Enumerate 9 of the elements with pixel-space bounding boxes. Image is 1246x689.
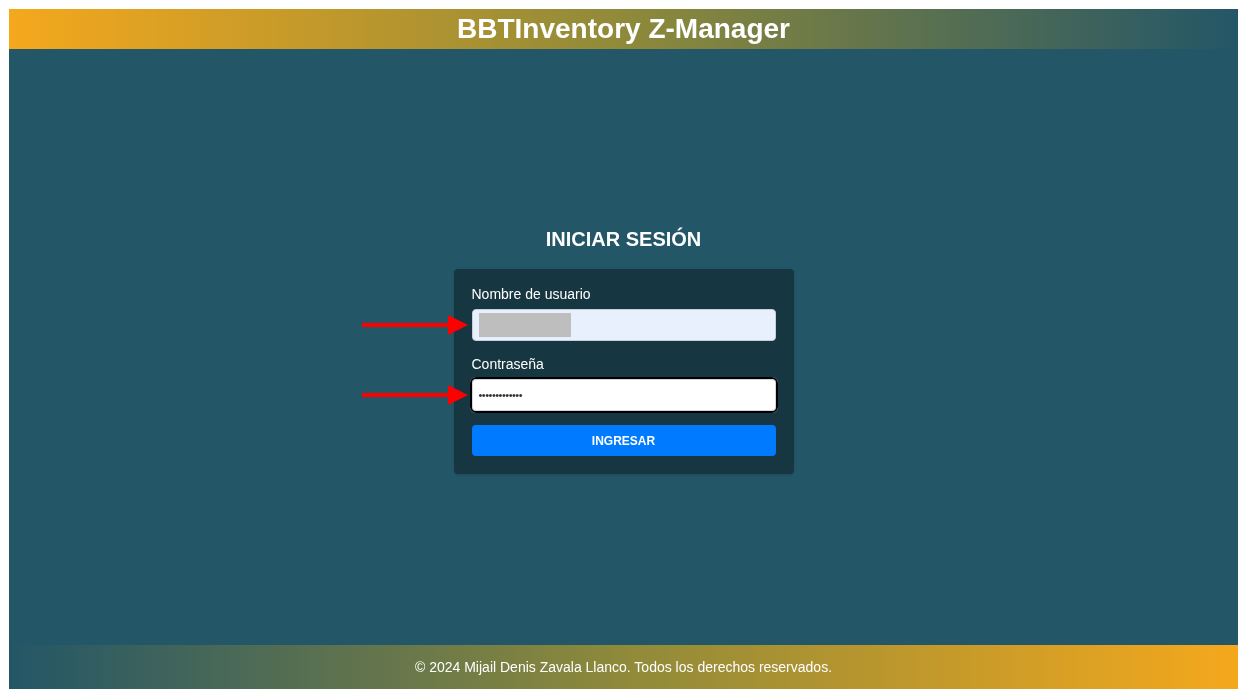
field-label: Nombre de usuario	[471, 285, 592, 303]
input-field[interactable]: •••••••••••••	[471, 379, 776, 411]
input-field[interactable]	[471, 309, 776, 341]
field-label: Contraseña	[471, 355, 545, 373]
copyright-text: © 2024 Mijail Denis Zavala Llanco. Todos los derechos reservados.	[414, 657, 833, 677]
login-heading: INICIAR SESIÓN	[545, 227, 702, 251]
login-button[interactable]: INGRESAR	[471, 425, 776, 456]
password-value: •••••••••••••	[478, 387, 523, 403]
app-title: BBTInventory Z-Manager	[457, 12, 790, 46]
